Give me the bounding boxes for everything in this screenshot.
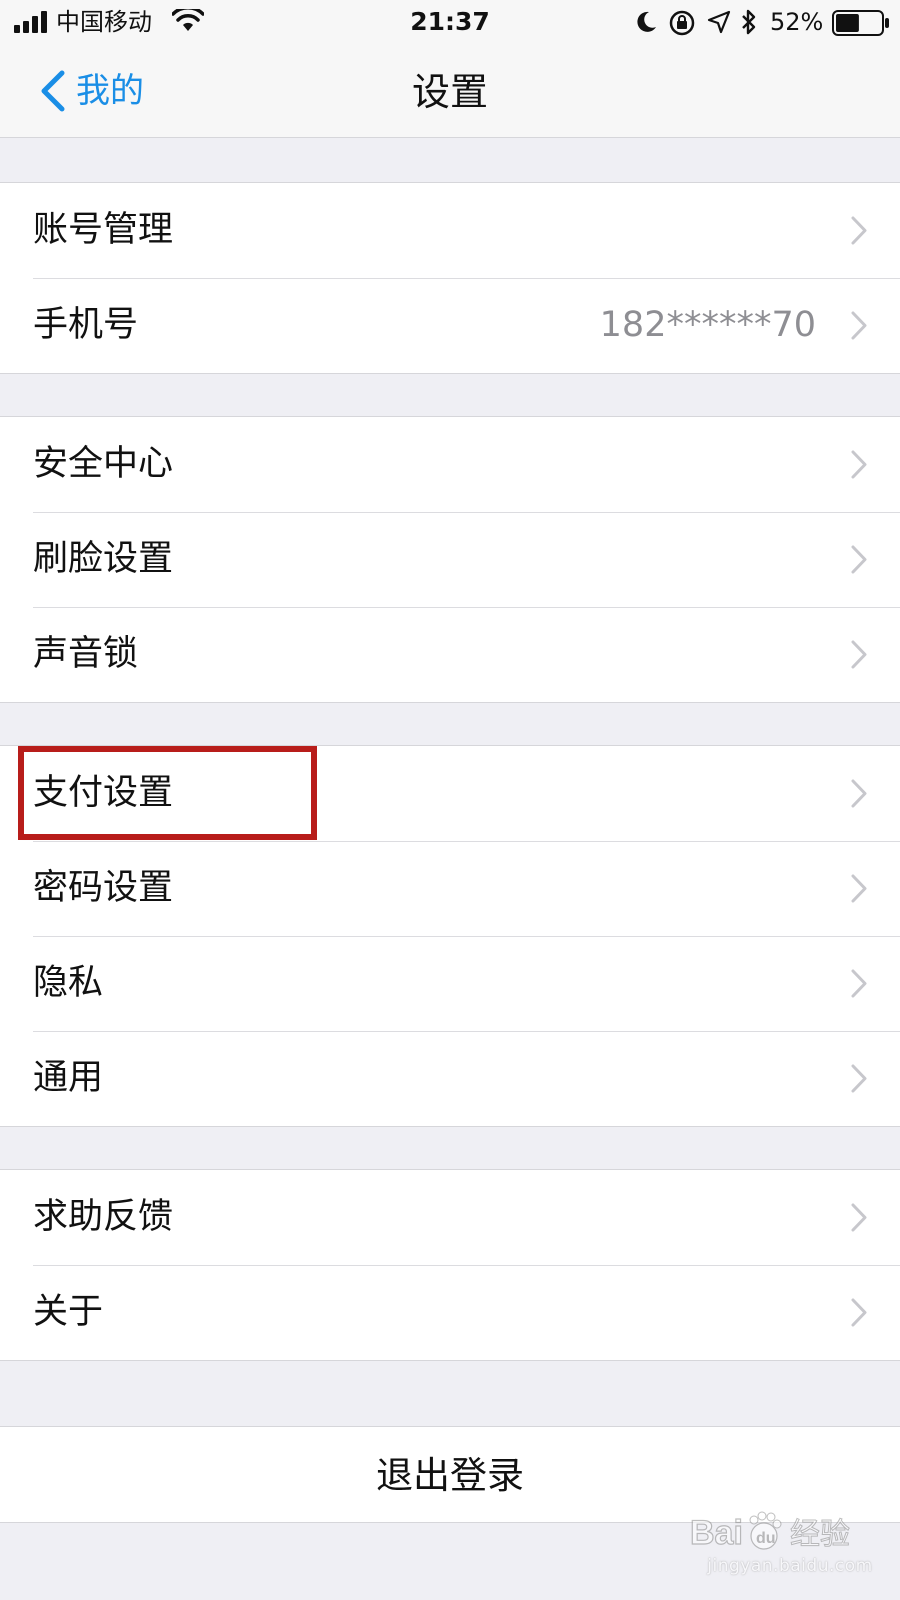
clock: 21:37 — [410, 7, 490, 36]
chevron-right-icon — [851, 969, 867, 998]
settings-row-face-settings[interactable]: 刷脸设置 — [0, 512, 900, 607]
settings-group-account: 账号管理 手机号 182******70 — [0, 182, 900, 374]
settings-row-security-center[interactable]: 安全中心 — [0, 417, 900, 512]
row-label: 支付设置 — [33, 773, 174, 813]
row-label: 密码设置 — [33, 868, 174, 908]
chevron-right-icon — [851, 216, 867, 245]
chevron-right-icon — [851, 640, 867, 669]
chevron-right-icon — [851, 311, 867, 340]
chevron-right-icon — [851, 874, 867, 903]
moon-icon — [637, 11, 656, 32]
svg-text:Bai: Bai — [690, 1514, 743, 1552]
settings-row-account-management[interactable]: 账号管理 — [0, 183, 900, 278]
settings-row-password-settings[interactable]: 密码设置 — [0, 841, 900, 936]
status-bar: 中国移动 21:37 52% — [0, 0, 900, 46]
watermark-url: jingyan.baidu.com — [707, 1556, 873, 1576]
rotation-lock-icon — [669, 10, 695, 36]
settings-row-about[interactable]: 关于 — [0, 1265, 900, 1360]
settings-row-voice-lock[interactable]: 声音锁 — [0, 607, 900, 702]
svg-text:du: du — [756, 1530, 776, 1547]
settings-group-support: 求助反馈 关于 — [0, 1169, 900, 1361]
baidu-logo: Bai du 经验 — [690, 1511, 851, 1553]
chevron-right-icon — [851, 545, 867, 574]
chevron-right-icon — [851, 1203, 867, 1232]
row-label: 账号管理 — [33, 210, 174, 250]
row-label: 关于 — [33, 1292, 104, 1332]
row-label: 通用 — [33, 1058, 104, 1098]
settings-row-payment-settings[interactable]: 支付设置 — [0, 746, 900, 841]
settings-row-phone-number[interactable]: 手机号 182******70 — [0, 278, 900, 373]
location-icon — [707, 10, 731, 34]
row-label: 声音锁 — [33, 634, 139, 674]
row-label: 隐私 — [33, 963, 104, 1003]
row-label: 求助反馈 — [33, 1197, 174, 1237]
page-title: 设置 — [411, 70, 488, 114]
row-label: 手机号 — [33, 305, 139, 345]
row-label: 安全中心 — [33, 444, 174, 484]
phone-number-value: 182******70 — [599, 305, 816, 345]
settings-row-help-feedback[interactable]: 求助反馈 — [0, 1170, 900, 1265]
chevron-right-icon — [851, 1064, 867, 1093]
chevron-right-icon — [851, 1298, 867, 1327]
baidu-watermark: Bai du 经验 jingyan.baidu.com — [690, 1504, 890, 1584]
row-label: 刷脸设置 — [33, 539, 174, 579]
settings-row-privacy[interactable]: 隐私 — [0, 936, 900, 1031]
chevron-right-icon — [851, 779, 867, 808]
bluetooth-icon — [742, 9, 756, 35]
settings-row-general[interactable]: 通用 — [0, 1031, 900, 1126]
navigation-bar: 我的 设置 — [0, 46, 900, 138]
battery-percent: 52% — [770, 8, 824, 36]
svg-text:经验: 经验 — [790, 1517, 850, 1552]
settings-group-payment: 支付设置 密码设置 隐私 通用 — [0, 745, 900, 1127]
settings-group-security: 安全中心 刷脸设置 声音锁 — [0, 416, 900, 703]
battery-icon — [832, 10, 889, 36]
chevron-right-icon — [851, 450, 867, 479]
